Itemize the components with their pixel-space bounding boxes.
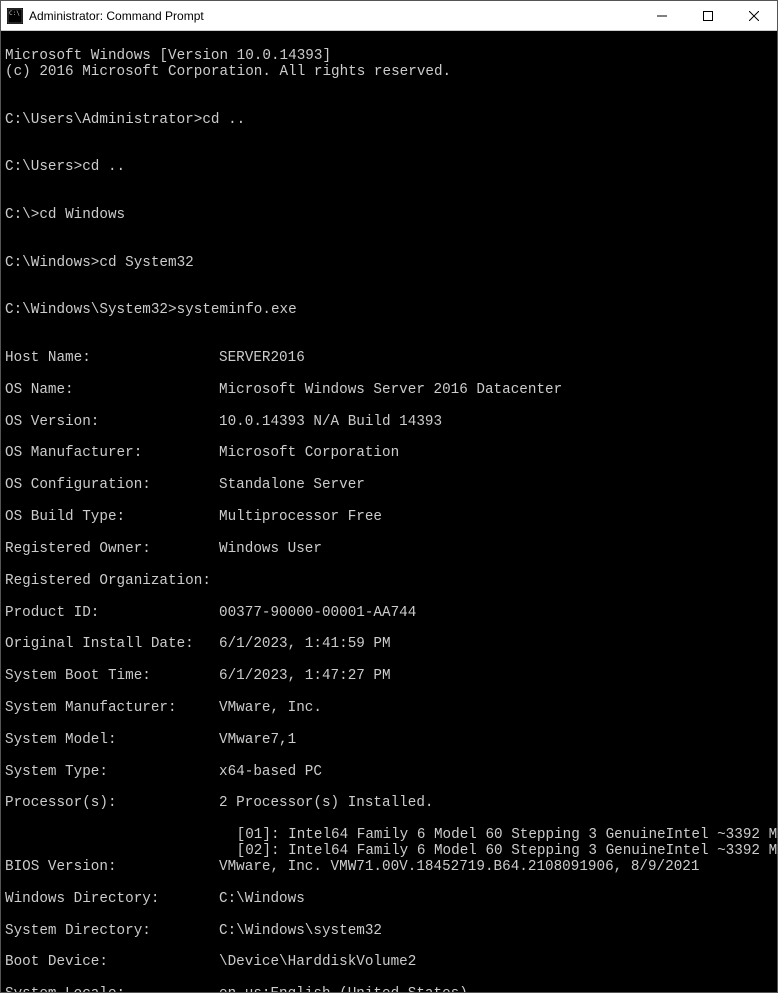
info-bios: BIOS Version:VMware, Inc. VMW71.00V.1845…	[5, 860, 773, 876]
info-windows-dir: Windows Directory:C:\Windows	[5, 892, 773, 908]
minimize-button[interactable]	[639, 1, 685, 30]
info-registered-org: Registered Organization:	[5, 574, 773, 590]
cmd-line: C:\Users\Administrator>cd ..	[5, 112, 245, 128]
cmd-line: C:\>cd Windows	[5, 207, 125, 223]
info-os-configuration: OS Configuration:Standalone Server	[5, 478, 773, 494]
window-title: Administrator: Command Prompt	[29, 9, 639, 23]
info-product-id: Product ID:00377-90000-00001-AA744	[5, 606, 773, 622]
info-processor-2: [02]: Intel64 Family 6 Model 60 Stepping…	[5, 843, 777, 859]
cmd-line: C:\Windows\System32>systeminfo.exe	[5, 302, 297, 318]
titlebar[interactable]: C:\ Administrator: Command Prompt	[1, 1, 777, 31]
maximize-button[interactable]	[685, 1, 731, 30]
window-controls	[639, 1, 777, 30]
close-button[interactable]	[731, 1, 777, 30]
header-line: (c) 2016 Microsoft Corporation. All righ…	[5, 64, 451, 80]
header-line: Microsoft Windows [Version 10.0.14393]	[5, 48, 331, 64]
info-registered-owner: Registered Owner:Windows User	[5, 542, 773, 558]
info-original-install: Original Install Date:6/1/2023, 1:41:59 …	[5, 637, 773, 653]
svg-text:C:\: C:\	[9, 10, 20, 17]
info-os-build-type: OS Build Type:Multiprocessor Free	[5, 510, 773, 526]
info-system-type: System Type:x64-based PC	[5, 765, 773, 781]
info-boot-time: System Boot Time:6/1/2023, 1:47:27 PM	[5, 669, 773, 685]
cmd-line: C:\Users>cd ..	[5, 159, 125, 175]
info-os-name: OS Name:Microsoft Windows Server 2016 Da…	[5, 383, 773, 399]
terminal-output[interactable]: Microsoft Windows [Version 10.0.14393] (…	[1, 31, 777, 992]
info-processor-1: [01]: Intel64 Family 6 Model 60 Stepping…	[5, 827, 777, 843]
cmd-icon: C:\	[7, 8, 23, 24]
info-system-dir: System Directory:C:\Windows\system32	[5, 924, 773, 940]
info-system-manufacturer: System Manufacturer:VMware, Inc.	[5, 701, 773, 717]
info-system-locale: System Locale:en-us;English (United Stat…	[5, 987, 773, 992]
info-processors: Processor(s):2 Processor(s) Installed.	[5, 796, 773, 812]
command-prompt-window: C:\ Administrator: Command Prompt Micros…	[0, 0, 778, 993]
info-os-version: OS Version:10.0.14393 N/A Build 14393	[5, 415, 773, 431]
info-host-name: Host Name:SERVER2016	[5, 351, 773, 367]
info-os-manufacturer: OS Manufacturer:Microsoft Corporation	[5, 446, 773, 462]
cmd-line: C:\Windows>cd System32	[5, 255, 194, 271]
info-boot-device: Boot Device:\Device\HarddiskVolume2	[5, 955, 773, 971]
info-system-model: System Model:VMware7,1	[5, 733, 773, 749]
